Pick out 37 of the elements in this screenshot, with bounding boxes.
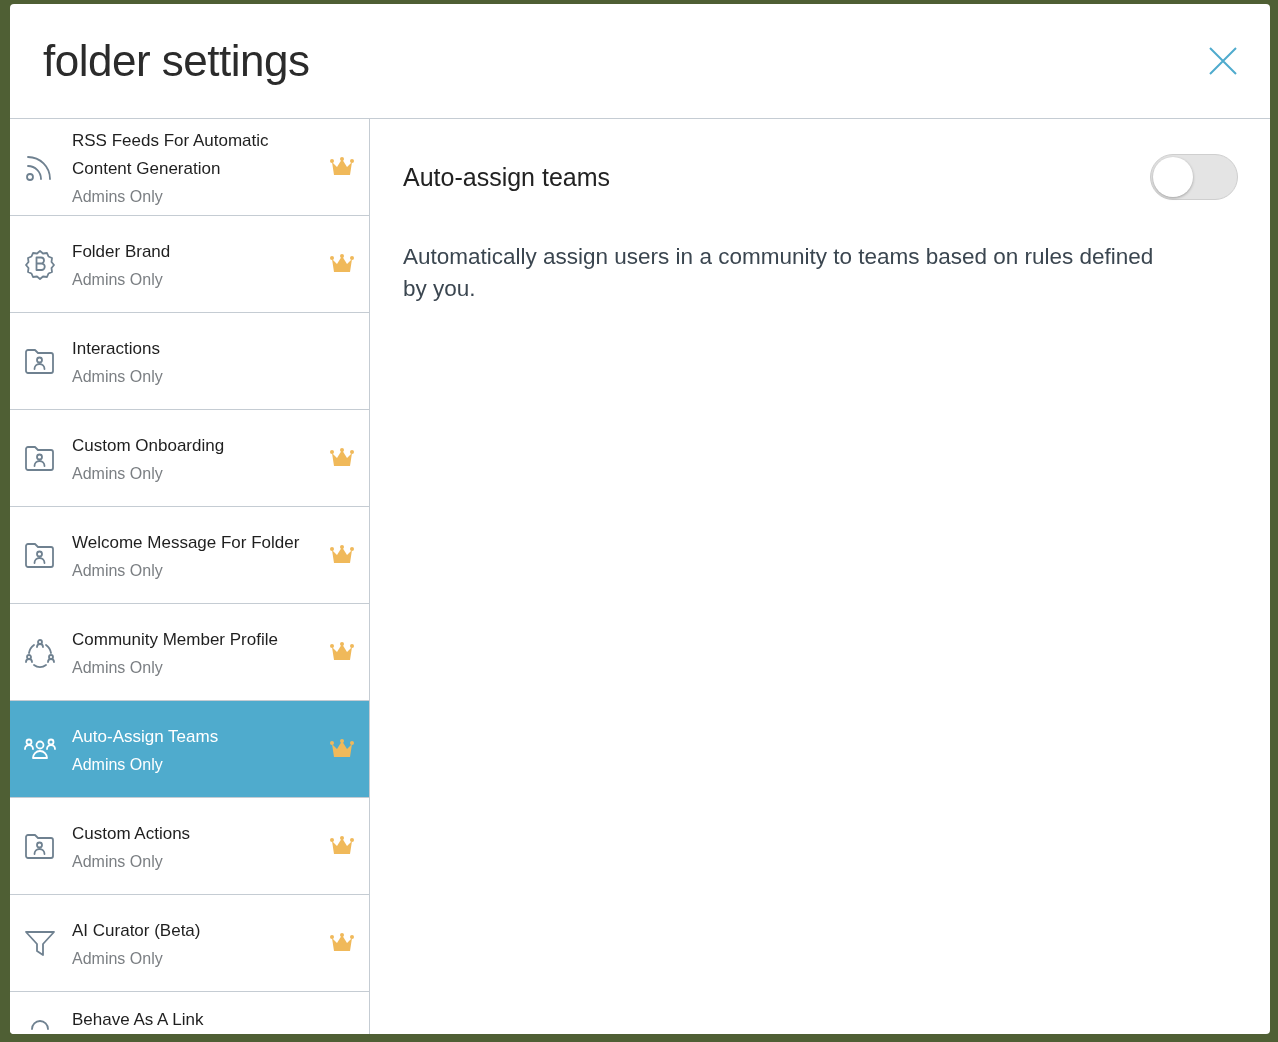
close-icon xyxy=(1208,46,1238,76)
crown-icon xyxy=(330,545,354,565)
item-title: Interactions xyxy=(72,337,161,360)
item-title: RSS Feeds For Automatic Content Generation xyxy=(72,129,270,180)
community-icon xyxy=(24,636,56,668)
item-title: AI Curator (Beta) xyxy=(72,919,202,942)
dialog-title: folder settings xyxy=(43,36,310,86)
item-title: Behave As A Link xyxy=(72,1009,205,1031)
badge-letter-icon xyxy=(24,248,56,280)
toggle-switch[interactable] xyxy=(1150,154,1238,200)
item-subtitle: Admins Only xyxy=(72,269,164,290)
item-title: Community Member Profile xyxy=(72,628,279,651)
crown-icon xyxy=(330,836,354,856)
item-title: Custom Onboarding xyxy=(72,434,226,457)
item-title: Auto-Assign Teams xyxy=(72,725,220,748)
item-title: Welcome Message For Folder xyxy=(72,531,301,554)
crown-icon xyxy=(330,157,354,177)
crown-icon xyxy=(330,933,354,953)
crown-icon xyxy=(330,739,354,759)
item-title: Custom Actions xyxy=(72,822,192,845)
crown-icon xyxy=(330,448,354,468)
close-button[interactable] xyxy=(1208,46,1238,76)
arc-icon xyxy=(31,1020,49,1030)
item-subtitle: Admins Only xyxy=(72,560,164,581)
item-subtitle: Admins Only xyxy=(72,754,164,775)
setting-label: Auto-assign teams xyxy=(403,162,611,192)
setting-description: Automatically assign users in a community to teams based on rules defined by you. xyxy=(403,243,1155,303)
item-title: Folder Brand xyxy=(72,240,172,263)
item-subtitle: Admins Only xyxy=(72,366,164,387)
crown-icon xyxy=(330,642,354,662)
item-subtitle: Admins Only xyxy=(72,851,164,872)
item-subtitle: Admins Only xyxy=(72,948,164,969)
crown-icon xyxy=(330,254,354,274)
item-subtitle: Admins Only xyxy=(72,463,164,484)
item-subtitle: Admins Only xyxy=(72,657,164,678)
toggle-knob xyxy=(1153,157,1193,197)
item-subtitle: Admins Only xyxy=(72,186,164,207)
